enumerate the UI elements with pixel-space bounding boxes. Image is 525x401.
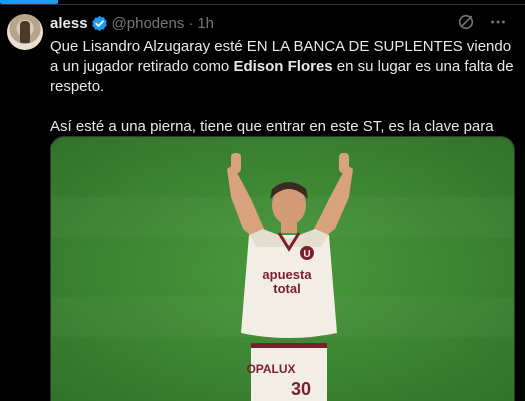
grok-icon[interactable] xyxy=(457,13,475,35)
avatar-figure xyxy=(20,21,30,43)
tweet-media-image[interactable]: U apuesta total OPALUX 30 xyxy=(50,136,515,401)
avatar[interactable] xyxy=(7,14,43,50)
tweet-text-paragraph-1: Que Lisandro Alzugaray esté EN LA BANCA … xyxy=(50,37,515,97)
more-icon[interactable] xyxy=(489,13,507,35)
shirt-number: 30 xyxy=(291,379,311,399)
tweet-header: aless @phodens · 1h xyxy=(50,13,515,33)
author-handle[interactable]: @phodens xyxy=(112,15,185,32)
author-name[interactable]: aless xyxy=(50,15,88,32)
timestamp[interactable]: 1h xyxy=(197,15,214,32)
divider xyxy=(0,4,525,5)
player-photo: U apuesta total OPALUX 30 xyxy=(51,137,514,401)
shorts-sponsor: OPALUX xyxy=(246,362,295,376)
jersey-crest: U xyxy=(303,249,310,260)
verified-badge-icon xyxy=(91,15,108,32)
jersey-sponsor-line-1: apuesta xyxy=(262,267,312,282)
bold-text-run: Edison Flores xyxy=(233,58,333,75)
jersey-sponsor-line-2: total xyxy=(273,281,300,296)
separator-dot: · xyxy=(188,14,194,32)
